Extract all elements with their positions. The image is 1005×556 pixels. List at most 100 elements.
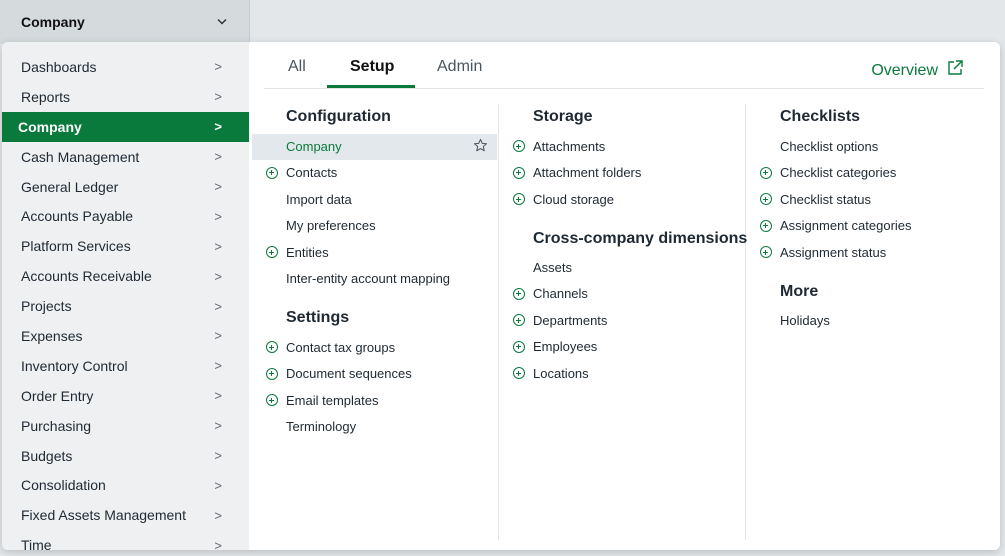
chevron-right-icon: > (214, 238, 222, 254)
sidebar-item-expenses[interactable]: Expenses > (2, 321, 249, 351)
sidebar-item-label: Platform Services (21, 238, 131, 255)
add-icon[interactable] (513, 340, 525, 353)
chevron-right-icon: > (214, 268, 222, 284)
add-icon[interactable] (513, 140, 525, 152)
menu-link-employees[interactable]: Employees (533, 337, 597, 357)
menu-link-holidays[interactable]: Holidays (780, 310, 830, 330)
sidebar-item-label: Expenses (21, 327, 83, 344)
chevron-right-icon: > (214, 418, 222, 434)
menu-link-entities[interactable]: Entities (286, 242, 329, 262)
chevron-right-icon: > (214, 298, 222, 314)
menu-link-terminology[interactable]: Terminology (286, 417, 356, 437)
menu-link-contact-tax-groups[interactable]: Contact tax groups (286, 337, 395, 357)
star-icon[interactable] (473, 138, 488, 158)
menu-link-import-data[interactable]: Import data (286, 189, 352, 209)
sidebar-item-cash-management[interactable]: Cash Management > (2, 142, 249, 172)
menu-link-assignment-status[interactable]: Assignment status (780, 242, 886, 262)
tab-setup[interactable]: Setup (350, 58, 394, 76)
add-icon[interactable] (760, 246, 772, 258)
menu-link-email-templates[interactable]: Email templates (286, 390, 378, 410)
menu-panel: Dashboards > Reports > Company > Cash Manageme… (2, 42, 1000, 550)
menu-link-checklist-options[interactable]: Checklist options (780, 136, 878, 156)
sidebar-item-label: Purchasing (21, 417, 92, 434)
sidebar-item-label: Projects (21, 298, 72, 315)
external-link-icon (946, 59, 964, 82)
chevron-right-icon: > (214, 119, 222, 135)
menu-link-departments[interactable]: Departments (533, 310, 607, 330)
add-icon[interactable] (513, 314, 525, 326)
chevron-right-icon: > (214, 208, 222, 224)
sidebar-item-purchasing[interactable]: Purchasing > (2, 411, 249, 441)
menu-link-checklist-status[interactable]: Checklist status (780, 189, 871, 209)
sidebar-item-time[interactable]: Time > (2, 530, 249, 550)
section-heading-more: More (780, 283, 819, 300)
add-icon[interactable] (513, 287, 525, 300)
sidebar-item-order-entry[interactable]: Order Entry > (2, 381, 249, 411)
menu-link-document-sequences[interactable]: Document sequences (286, 364, 412, 384)
menu-link-contacts[interactable]: Contacts (286, 163, 337, 183)
menu-link-assignment-categories[interactable]: Assignment categories (780, 216, 912, 236)
sidebar-item-dashboards[interactable]: Dashboards > (2, 52, 249, 82)
sidebar-item-inventory-control[interactable]: Inventory Control > (2, 351, 249, 381)
sidebar: Dashboards > Reports > Company > Cash Manageme… (2, 42, 249, 550)
add-icon[interactable] (513, 367, 525, 379)
tab-all[interactable]: All (288, 58, 306, 76)
add-icon[interactable] (760, 166, 772, 179)
add-icon[interactable] (266, 166, 278, 179)
menu-link-checklist-categories[interactable]: Checklist categories (780, 163, 896, 183)
menu-link-my-preferences[interactable]: My preferences (286, 216, 376, 236)
menu-link-attachment-folders[interactable]: Attachment folders (533, 163, 641, 183)
sidebar-item-reports[interactable]: Reports > (2, 82, 249, 112)
sidebar-item-projects[interactable]: Projects > (2, 291, 249, 321)
section-heading-cross-company: Cross-company dimensions (533, 230, 748, 247)
chevron-right-icon: > (214, 89, 222, 105)
menu-link-inter-entity-account-mapping[interactable]: Inter-entity account mapping (286, 269, 450, 289)
section-heading-storage: Storage (533, 108, 593, 125)
company-selector-label: Company (21, 14, 85, 30)
chevron-right-icon: > (214, 477, 222, 493)
section-heading-configuration: Configuration (286, 108, 391, 125)
add-icon[interactable] (513, 193, 525, 205)
tab-admin[interactable]: Admin (437, 58, 482, 76)
menu-link-channels[interactable]: Channels (533, 284, 588, 304)
sidebar-item-platform-services[interactable]: Platform Services > (2, 231, 249, 261)
add-icon[interactable] (760, 219, 772, 232)
column-divider (745, 104, 746, 540)
chevron-right-icon: > (214, 179, 222, 194)
menu-link-locations[interactable]: Locations (533, 363, 589, 383)
add-icon[interactable] (266, 367, 278, 380)
sidebar-item-general-ledger[interactable]: General Ledger > (2, 172, 249, 202)
chevron-right-icon: > (214, 328, 222, 344)
chevron-right-icon: > (214, 448, 222, 464)
menu-link-attachments[interactable]: Attachments (533, 136, 605, 156)
menu-link-company[interactable]: Company (286, 136, 342, 156)
active-tab-indicator (327, 85, 415, 88)
sidebar-item-label: Accounts Payable (21, 208, 134, 225)
chevron-right-icon: > (214, 59, 222, 75)
chevron-right-icon: > (214, 388, 222, 404)
add-icon[interactable] (266, 341, 278, 353)
sidebar-item-accounts-payable[interactable]: Accounts Payable > (2, 201, 249, 231)
chevron-right-icon: > (214, 507, 222, 523)
overview-link[interactable]: Overview (871, 59, 964, 82)
sidebar-item-company[interactable]: Company > (2, 111, 249, 142)
main-content: All Setup Admin Overview Configuration Co… (249, 42, 1000, 550)
sidebar-item-budgets[interactable]: Budgets > (2, 441, 249, 471)
menu-link-assets[interactable]: Assets (533, 257, 572, 277)
sidebar-item-label: General Ledger (21, 178, 119, 195)
sidebar-item-consolidation[interactable]: Consolidation > (2, 470, 249, 500)
sidebar-item-accounts-receivable[interactable]: Accounts Receivable > (2, 261, 249, 291)
sidebar-item-fixed-assets-management[interactable]: Fixed Assets Management > (2, 500, 249, 530)
company-selector[interactable]: Company (0, 0, 250, 44)
tab-bar: All Setup Admin Overview (264, 42, 984, 89)
add-icon[interactable] (760, 193, 772, 205)
sidebar-item-label: Dashboards (21, 58, 97, 75)
add-icon[interactable] (266, 394, 278, 406)
add-icon[interactable] (513, 166, 525, 179)
menu-link-cloud-storage[interactable]: Cloud storage (533, 189, 614, 209)
section-heading-settings: Settings (286, 309, 350, 326)
sidebar-item-label: Company (18, 118, 82, 135)
section-heading-checklists: Checklists (780, 108, 861, 125)
add-icon[interactable] (266, 246, 278, 258)
chevron-right-icon: > (214, 537, 222, 550)
